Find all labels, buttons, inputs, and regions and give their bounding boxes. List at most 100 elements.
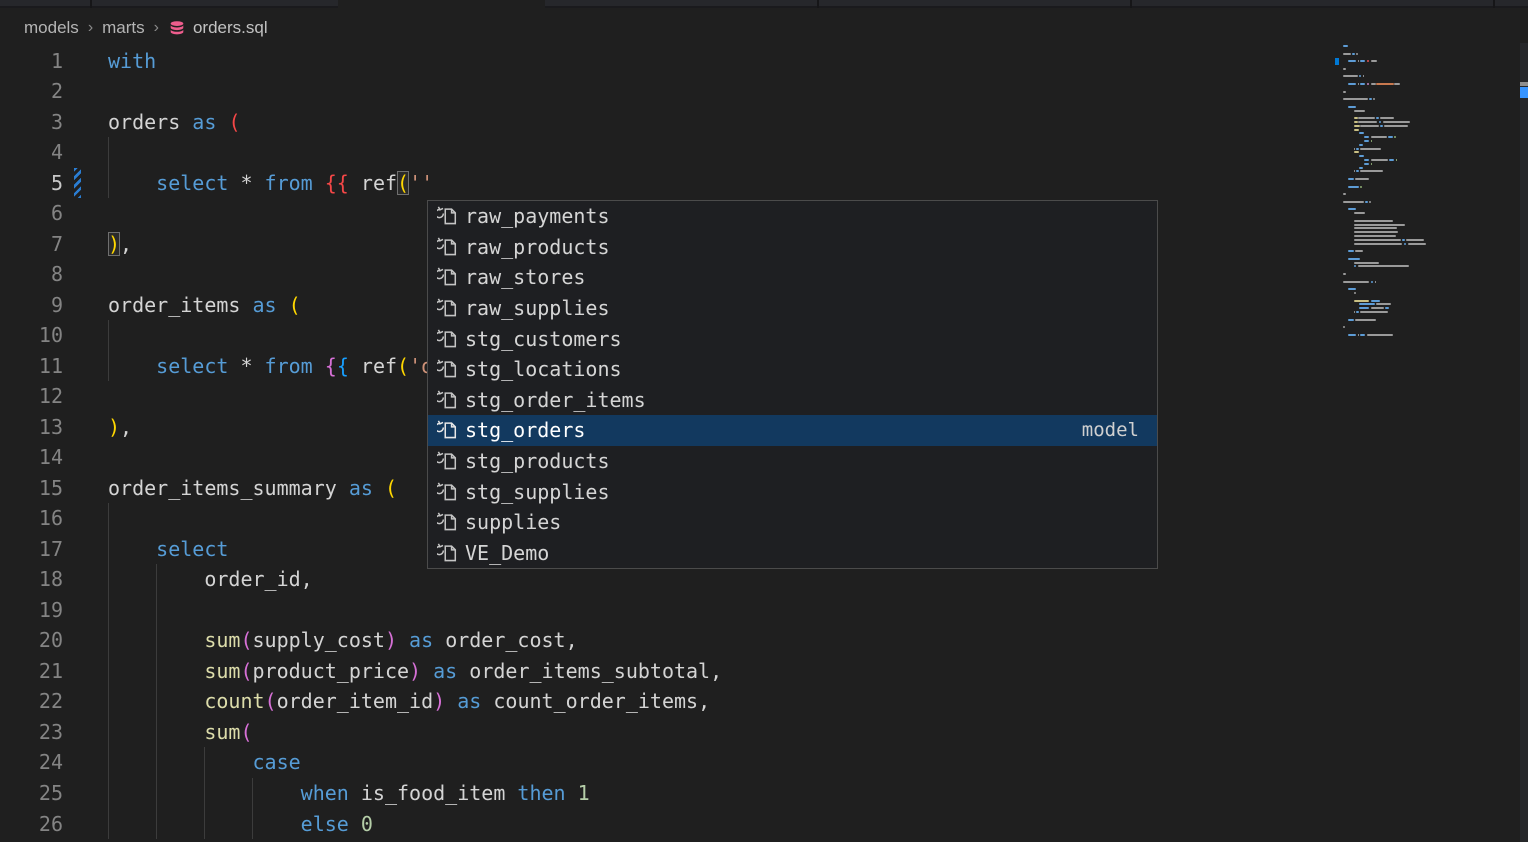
minimap-line	[1354, 239, 1402, 241]
minimap-line	[1360, 148, 1381, 150]
suggest-item-label: raw_supplies	[465, 296, 610, 320]
code-token	[108, 537, 156, 561]
minimap-line	[1343, 326, 1345, 328]
code-token: (	[240, 720, 252, 744]
suggest-item-label: stg_products	[465, 449, 610, 473]
minimap-line	[1379, 121, 1382, 123]
minimap-line	[1389, 159, 1394, 161]
code-token: from	[265, 171, 313, 195]
code-line-5[interactable]: select * from {{ ref(''	[108, 168, 433, 199]
minimap-line	[1360, 334, 1365, 336]
suggest-item-VE_Demo[interactable]: VE_Demo	[428, 538, 1157, 569]
suggest-item-label: stg_orders	[465, 418, 585, 442]
scrollbar-overview-ruler[interactable]	[1520, 43, 1528, 842]
code-token: from	[265, 354, 313, 378]
minimap-line	[1360, 125, 1378, 127]
suggest-item-raw_stores[interactable]: raw_stores	[428, 262, 1157, 293]
code-token	[313, 171, 325, 195]
code-line-21[interactable]: sum(product_price) as order_items_subtot…	[108, 656, 722, 687]
code-token: when	[301, 781, 349, 805]
suggest-item-stg_orders[interactable]: stg_ordersmodel	[428, 415, 1157, 446]
code-token: order_items_summary	[108, 476, 337, 500]
code-line-18[interactable]: order_id,	[108, 564, 313, 595]
code-line-25[interactable]: when is_food_item then 1	[108, 778, 590, 809]
code-token: order_items_subtotal,	[469, 659, 722, 683]
minimap-line	[1360, 60, 1365, 62]
suggest-item-label: stg_supplies	[465, 480, 610, 504]
reference-icon	[437, 419, 459, 441]
suggest-item-stg_products[interactable]: stg_products	[428, 446, 1157, 477]
suggest-item-raw_payments[interactable]: raw_payments	[428, 201, 1157, 232]
code-token	[108, 812, 301, 836]
line-number: 15	[0, 473, 63, 504]
minimap-line	[1355, 178, 1370, 180]
minimap-line	[1358, 265, 1409, 267]
code-token	[457, 659, 469, 683]
code-line-23[interactable]: sum(	[108, 717, 253, 748]
suggest-item-supplies[interactable]: supplies	[428, 507, 1157, 538]
code-line-3[interactable]: orders as (	[108, 107, 240, 138]
minimap-line	[1360, 170, 1382, 172]
line-number: 7	[0, 229, 63, 260]
minimap-line	[1354, 300, 1370, 302]
code-token: 0	[361, 812, 373, 836]
code-token: orders	[108, 110, 180, 134]
code-token: else	[301, 812, 349, 836]
code-token	[349, 171, 361, 195]
minimap-line	[1367, 83, 1370, 85]
code-line-7[interactable]: ),	[108, 229, 132, 260]
suggest-item-stg_order_items[interactable]: stg_order_items	[428, 385, 1157, 416]
minimap-line	[1354, 292, 1357, 294]
minimap-line	[1343, 68, 1346, 70]
minimap-line	[1359, 155, 1364, 157]
reference-icon	[437, 481, 459, 503]
line-number: 24	[0, 747, 63, 778]
code-token	[337, 476, 349, 500]
code-token: (	[240, 659, 252, 683]
code-token: order_items	[108, 293, 240, 317]
code-token: order_id,	[204, 567, 312, 591]
suggest-item-stg_customers[interactable]: stg_customers	[428, 323, 1157, 354]
suggest-item-raw_products[interactable]: raw_products	[428, 232, 1157, 263]
code-line-24[interactable]: case	[108, 747, 301, 778]
minimap-line	[1343, 91, 1346, 93]
code-token	[108, 171, 156, 195]
line-number: 6	[0, 198, 63, 229]
line-number: 4	[0, 137, 63, 168]
minimap-line	[1367, 60, 1370, 62]
code-token: count	[204, 689, 264, 713]
suggest-item-stg_locations[interactable]: stg_locations	[428, 354, 1157, 385]
line-number: 8	[0, 259, 63, 290]
suggest-item-raw_supplies[interactable]: raw_supplies	[428, 293, 1157, 324]
code-line-17[interactable]: select	[108, 534, 228, 565]
minimap-line	[1360, 311, 1388, 313]
code-token: order_item_id	[277, 689, 434, 713]
minimap-line	[1354, 220, 1394, 222]
code-line-9[interactable]: order_items as (	[108, 290, 301, 321]
minimap-line	[1354, 121, 1358, 123]
code-token: (	[385, 476, 397, 500]
code-token: select	[156, 537, 228, 561]
code-line-13[interactable]: ),	[108, 412, 132, 443]
minimap-line	[1371, 140, 1373, 142]
minimap-line	[1371, 163, 1373, 165]
suggest-item-stg_supplies[interactable]: stg_supplies	[428, 476, 1157, 507]
reference-icon	[437, 205, 459, 227]
minimap-line	[1348, 106, 1356, 108]
code-line-22[interactable]: count(order_item_id) as count_order_item…	[108, 686, 710, 717]
minimap[interactable]	[1332, 8, 1520, 842]
suggest-widget: raw_paymentsraw_productsraw_stores raw_su…	[427, 200, 1158, 569]
minimap-line	[1369, 201, 1371, 203]
minimap-line	[1354, 243, 1403, 245]
code-line-1[interactable]: with	[108, 46, 156, 77]
code-line-20[interactable]: sum(supply_cost) as order_cost,	[108, 625, 578, 656]
code-line-26[interactable]: else 0	[108, 809, 373, 840]
reference-icon	[437, 236, 459, 258]
code-token: product_price	[253, 659, 410, 683]
code-line-15[interactable]: order_items_summary as (	[108, 473, 397, 504]
code-token	[180, 110, 192, 134]
code-token: as	[192, 110, 216, 134]
line-number: 13	[0, 412, 63, 443]
minimap-line	[1376, 117, 1379, 119]
line-number: 14	[0, 442, 63, 473]
